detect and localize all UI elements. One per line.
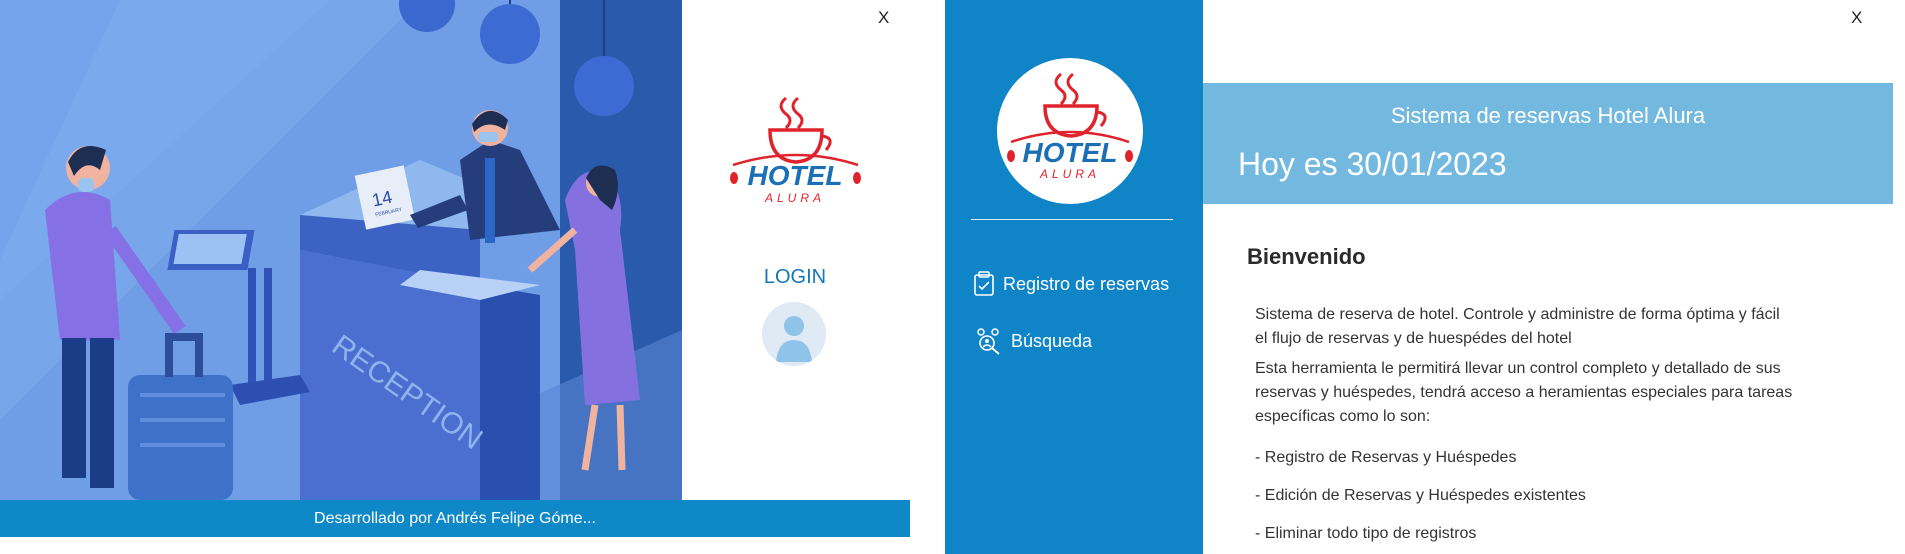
close-menu-button[interactable]: X	[1851, 8, 1862, 28]
welcome-heading: Bienvenido	[1247, 244, 1366, 269]
logo-hotel-text: HOTEL	[748, 160, 843, 191]
reservation-register-icon	[974, 271, 994, 296]
sidebar-item-label: Registro de reservas	[1003, 273, 1170, 294]
feature-list-item: - Eliminar todo tipo de registros	[1255, 525, 1477, 542]
feature-list-item: - Edición de Reservas y Huéspedes existe…	[1255, 487, 1586, 504]
description-line: el flujo de reservas y de huespédes del …	[1255, 330, 1572, 347]
sidebar-item-registro-reservas[interactable]: Registro de reservas	[973, 271, 1169, 297]
sidebar: HOTEL ALURA Registro de reservas Búsqued…	[945, 0, 1203, 554]
logo-alura-text: ALURA	[764, 191, 825, 205]
login-label[interactable]: LOGIN	[745, 266, 845, 289]
login-window: RECEPTION 14 FEBRUARY X HOTEL ALURA LOGI…	[0, 0, 910, 554]
system-title: Sistema de reservas Hotel Alura	[1390, 103, 1706, 128]
search-people-icon	[977, 328, 1000, 355]
current-date: Hoy es 30/01/2023	[1238, 146, 1507, 182]
sidebar-logo-hotel-text: HOTEL	[1023, 137, 1118, 168]
sidebar-separator	[971, 219, 1173, 220]
svg-text:14: 14	[370, 187, 394, 211]
description-line: reservas y huéspedes, tendrá acceso a he…	[1255, 384, 1793, 401]
login-user-icon[interactable]	[762, 302, 826, 366]
developer-footer: Desarrollado por Andrés Felipe Góme...	[0, 500, 910, 537]
description-line: específicas como lo son:	[1255, 408, 1431, 425]
footer-text: Desarrollado por Andrés Felipe Góme...	[314, 509, 596, 527]
hotel-reception-illustration: RECEPTION 14 FEBRUARY	[0, 0, 682, 500]
main-menu-window: HOTEL ALURA Registro de reservas Búsqued…	[945, 0, 1905, 554]
feature-list-item: - Registro de Reservas y Huéspedes	[1255, 449, 1517, 466]
description-line: Sistema de reserva de hotel. Controle y …	[1255, 306, 1780, 323]
description-line: Esta herramienta le permitirá llevar un …	[1255, 360, 1781, 377]
sidebar-logo-alura-text: ALURA	[1039, 167, 1100, 181]
sidebar-hotel-logo: HOTEL ALURA	[997, 58, 1143, 204]
hotel-alura-logo: HOTEL ALURA	[728, 90, 863, 210]
close-login-button[interactable]: X	[878, 8, 889, 28]
sidebar-item-busqueda[interactable]: Búsqueda	[973, 326, 1092, 356]
sidebar-item-label: Búsqueda	[1011, 330, 1093, 351]
header-banner: Sistema de reservas Hotel Alura Hoy es 3…	[1203, 83, 1893, 204]
